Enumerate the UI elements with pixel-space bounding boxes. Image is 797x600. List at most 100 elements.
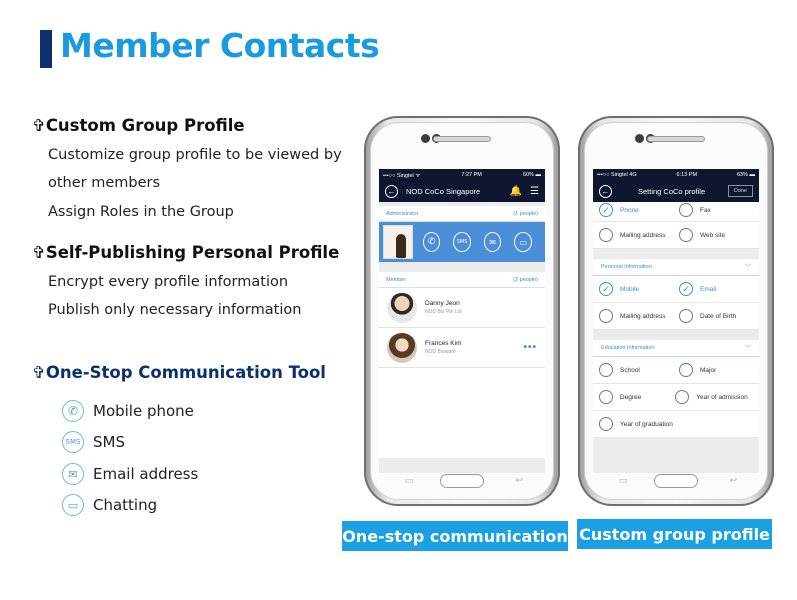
menu-key-icon[interactable]: ▭	[405, 475, 414, 486]
menu-key-icon[interactable]: ▭	[619, 475, 628, 486]
status-bar: •••○○ Singtel ᯤ 7:27 PM 60% ▬	[379, 169, 545, 180]
list-item[interactable]: Danny Jeon NOD Biz Pte Ltd	[379, 288, 545, 328]
radio-icon[interactable]	[679, 363, 693, 377]
back-key-icon[interactable]: ↩	[729, 475, 737, 486]
section-title: Custom Group Profile	[45, 116, 245, 135]
call-icon[interactable]: ✆	[422, 232, 441, 252]
chat-icon[interactable]: ▭	[514, 232, 532, 252]
bullet-text: Assign Roles in the Group	[48, 204, 234, 220]
personal-info-header[interactable]: Personal Information ﹀	[593, 259, 759, 276]
chevron-down-icon[interactable]: ﹀	[745, 344, 751, 352]
option-date-of-birth[interactable]: Date of Birth	[679, 309, 759, 323]
more-icon[interactable]: •••	[523, 342, 537, 353]
battery-text: 60% ▬	[522, 171, 541, 178]
option-mailing-address[interactable]: Mailing address	[599, 309, 679, 323]
admin-group-label: Administrator (1 people)	[379, 206, 545, 222]
camera-icon	[421, 134, 430, 143]
carrier-text: •••○○ Singtel 4G	[597, 171, 637, 178]
check-icon[interactable]: ✓	[679, 282, 693, 296]
member-name: Danny Jeon	[425, 300, 460, 307]
option-degree[interactable]: Degree	[599, 390, 675, 404]
option-email[interactable]: ✓ Email	[679, 282, 759, 296]
app-title: Setting CoCo profile	[638, 186, 706, 196]
avatar	[387, 332, 417, 363]
email-icon[interactable]: ✉	[483, 232, 502, 252]
section-title: Self-Publishing Personal Profile	[45, 243, 340, 262]
option-row: ✓ Mobile ✓ Email	[593, 276, 759, 303]
app-title: NOD CoCo Singapore	[406, 186, 481, 196]
option-school[interactable]: School	[599, 363, 679, 377]
radio-icon[interactable]	[599, 417, 613, 431]
section-self-publishing-profile: ✞Self-Publishing Personal Profile	[32, 243, 339, 262]
option-mailing-address[interactable]: Mailing address	[599, 228, 679, 242]
bullet-text: Encrypt every profile information	[48, 274, 289, 290]
bullet-text: other members	[48, 175, 161, 191]
check-icon[interactable]: ✓	[599, 203, 613, 217]
back-button[interactable]: ←	[599, 184, 612, 198]
member-company: NOD Bioware	[425, 349, 456, 355]
option-year-of-graduation[interactable]: Year of graduation	[599, 417, 719, 431]
app-bar: ← Setting CoCo profile Done	[593, 180, 759, 202]
section-title: One-Stop Communication Tool	[45, 363, 326, 382]
option-web-site[interactable]: Web site	[679, 228, 759, 242]
education-info-header[interactable]: Education Information ﹀	[593, 340, 759, 357]
caption-custom-group-profile: Custom group profile	[577, 519, 772, 549]
radio-icon[interactable]	[599, 363, 613, 377]
cross-icon: ✞	[32, 116, 46, 135]
phone-bezel: •••○○ Singtel ᯤ 7:27 PM 60% ▬ ← NOD CoCo…	[370, 122, 554, 500]
admin-row[interactable]: ✆ SMS ✉ ▭	[379, 222, 545, 262]
radio-icon[interactable]	[599, 390, 613, 404]
option-year-of-admission[interactable]: Year of admission	[675, 390, 759, 404]
empty-area	[379, 368, 545, 458]
check-icon[interactable]: ✓	[599, 282, 613, 296]
back-key-icon[interactable]: ↩	[515, 475, 523, 486]
menu-icon[interactable]: ☰	[530, 186, 539, 197]
cross-icon: ✞	[32, 243, 46, 262]
camera-icon	[635, 134, 644, 143]
app-bar: ← NOD CoCo Singapore 🔔 ☰	[379, 180, 545, 202]
comm-item-email: ✉ Email address	[62, 463, 198, 485]
done-button[interactable]: Done	[727, 185, 753, 197]
carrier-text: •••○○ Singtel ᯤ	[383, 172, 421, 179]
section-custom-group-profile: ✞Custom Group Profile	[32, 116, 245, 135]
radio-icon[interactable]	[675, 390, 690, 404]
option-phone[interactable]: ✓ Phone	[599, 203, 679, 217]
comm-item-mobile: ✆ Mobile phone	[62, 400, 194, 422]
comm-label: SMS	[93, 433, 125, 451]
speaker-grille	[647, 136, 705, 142]
cross-icon: ✞	[32, 363, 46, 382]
option-fax[interactable]: Fax	[679, 203, 759, 217]
status-bar: •••○○ Singtel 4G 6:13 PM 63% ▬	[593, 169, 759, 180]
page-title: Member Contacts	[60, 26, 380, 65]
radio-icon[interactable]	[679, 203, 693, 217]
phone-mockup-communication: •••○○ Singtel ᯤ 7:27 PM 60% ▬ ← NOD CoCo…	[364, 116, 560, 506]
battery-text: 63% ▬	[736, 171, 755, 178]
phone-icon: ✆	[62, 400, 84, 422]
option-row: ✓ Phone Fax	[593, 202, 759, 222]
home-button[interactable]	[440, 474, 484, 488]
radio-icon[interactable]	[599, 309, 613, 323]
option-major[interactable]: Major	[679, 363, 759, 377]
phone-screen: •••○○ Singtel ᯤ 7:27 PM 60% ▬ ← NOD CoCo…	[379, 169, 545, 473]
radio-icon[interactable]	[599, 228, 613, 242]
section-one-stop-communication: ✞One-Stop Communication Tool	[32, 363, 326, 382]
back-button[interactable]: ←	[385, 184, 398, 198]
bell-icon[interactable]: 🔔	[510, 186, 522, 197]
email-icon: ✉	[62, 463, 84, 485]
list-item[interactable]: Frances Kim NOD Bioware •••	[379, 328, 545, 368]
sms-icon[interactable]: SMS	[453, 232, 471, 252]
title-accent-bar	[40, 30, 52, 68]
sms-icon: SMS	[62, 431, 84, 453]
option-row: School Major	[593, 357, 759, 384]
admin-label: Administrator	[386, 210, 419, 217]
chevron-down-icon[interactable]: ﹀	[745, 263, 751, 271]
home-button[interactable]	[654, 474, 698, 488]
status-time: 6:13 PM	[676, 171, 698, 178]
radio-icon[interactable]	[679, 309, 693, 323]
admin-count: (1 people)	[513, 210, 538, 217]
chat-icon: ▭	[62, 494, 84, 516]
caption-one-stop-communication: One-stop communication	[342, 521, 568, 551]
comm-item-chat: ▭ Chatting	[62, 494, 157, 516]
radio-icon[interactable]	[679, 228, 693, 242]
option-mobile[interactable]: ✓ Mobile	[599, 282, 679, 296]
